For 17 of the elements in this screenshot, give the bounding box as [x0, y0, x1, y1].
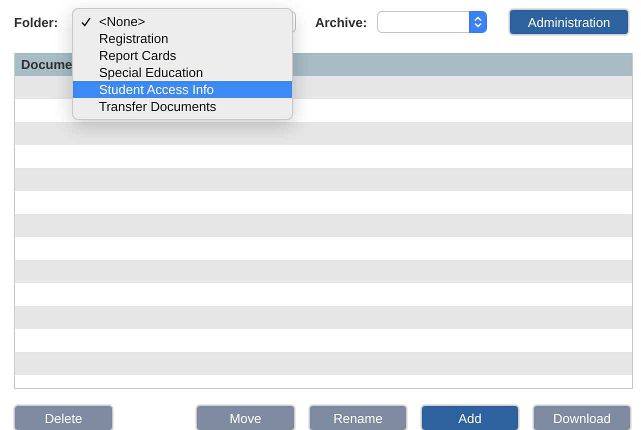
menu-item[interactable]: <None> — [73, 13, 292, 30]
stepper-icon — [469, 11, 488, 33]
download-button[interactable]: Download — [533, 405, 631, 430]
menu-item[interactable]: Report Cards — [73, 47, 292, 64]
archive-dropdown[interactable] — [377, 11, 488, 33]
action-button[interactable]: Rename — [309, 405, 407, 430]
archive-label: Archive: — [315, 14, 368, 30]
column-header: Docume — [21, 57, 72, 72]
action-button[interactable]: Move — [196, 405, 295, 430]
administration-button[interactable]: Administration — [509, 9, 630, 35]
add-button[interactable]: Add — [421, 405, 519, 430]
folder-label: Folder: — [14, 14, 58, 30]
menu-item[interactable]: Transfer Documents — [73, 98, 292, 115]
menu-item[interactable]: Student Access Info — [73, 81, 292, 98]
menu-item[interactable]: Registration — [73, 30, 292, 47]
action-button[interactable]: Delete — [14, 405, 113, 430]
menu-item[interactable]: Special Education — [73, 64, 292, 81]
